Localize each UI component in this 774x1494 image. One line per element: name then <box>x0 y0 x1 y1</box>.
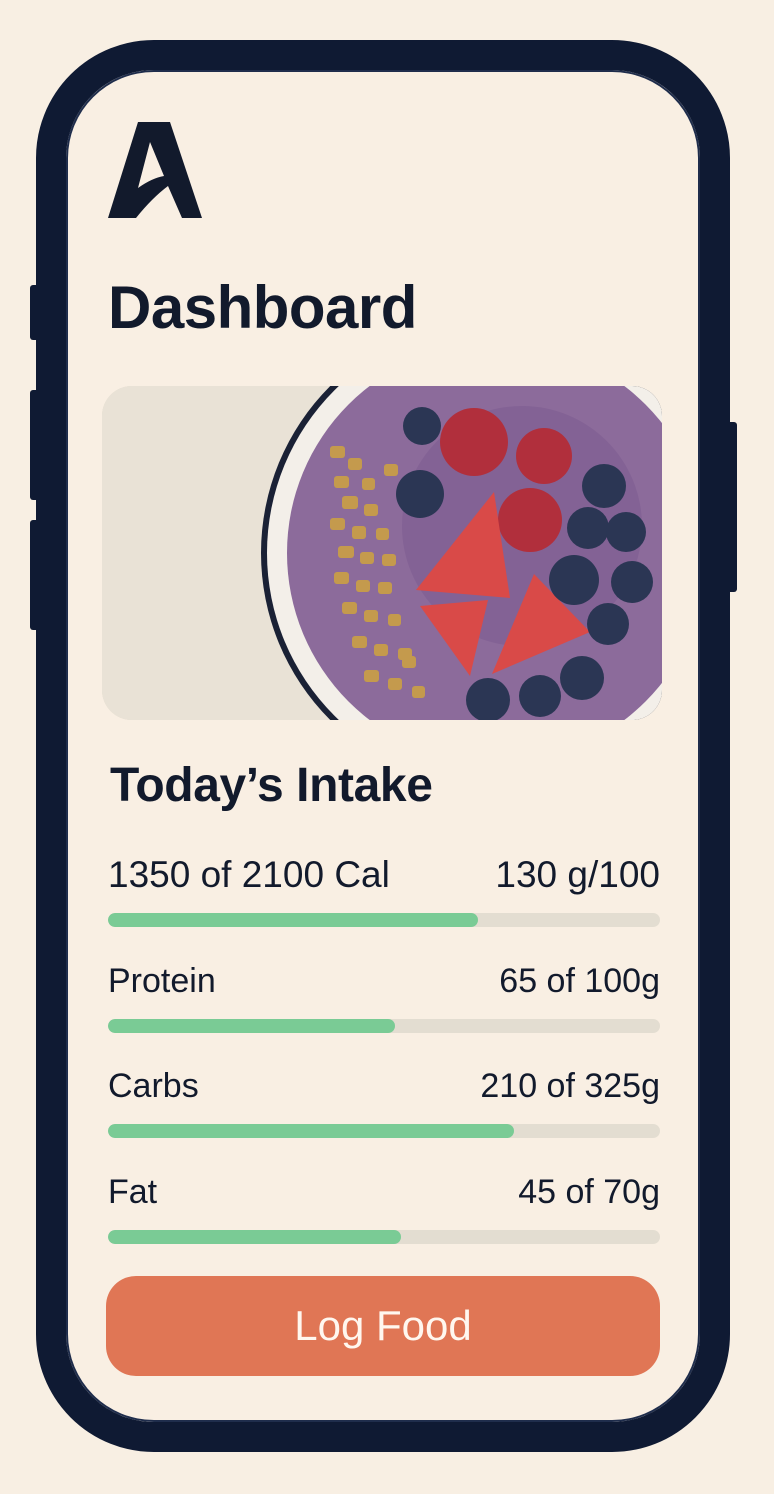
protein-value: 65 of 100g <box>499 962 660 1000</box>
fat-progress-bar <box>108 1230 660 1244</box>
protein-row: Protein 65 of 100g <box>108 964 660 1014</box>
calories-progress-fill <box>108 913 478 927</box>
fat-progress-fill <box>108 1230 401 1244</box>
logo-icon <box>108 122 202 218</box>
protein-label: Protein <box>108 962 216 1000</box>
calories-row: 1350 of 2100 Cal 130 g/100 <box>108 856 660 906</box>
protein-progress-bar <box>108 1019 660 1033</box>
meal-photo <box>102 386 662 720</box>
protein-progress-fill <box>108 1019 396 1033</box>
fat-row: Fat 45 of 70g <box>108 1175 660 1225</box>
intake-title: Today’s Intake <box>110 759 433 812</box>
calories-value: 130 g/100 <box>495 854 660 895</box>
fat-label: Fat <box>108 1173 158 1211</box>
carbs-row: Carbs 210 of 325g <box>108 1069 660 1119</box>
calories-progress-bar <box>108 913 660 927</box>
carbs-progress-fill <box>108 1124 514 1138</box>
fat-value: 45 of 70g <box>518 1173 660 1211</box>
carbs-progress-bar <box>108 1124 660 1138</box>
page-title: Dashboard <box>108 274 417 341</box>
carbs-label: Carbs <box>108 1067 199 1105</box>
carbs-value: 210 of 325g <box>480 1067 660 1105</box>
calories-label: 1350 of 2100 Cal <box>108 854 390 895</box>
log-food-button[interactable]: Log Food <box>106 1276 660 1376</box>
